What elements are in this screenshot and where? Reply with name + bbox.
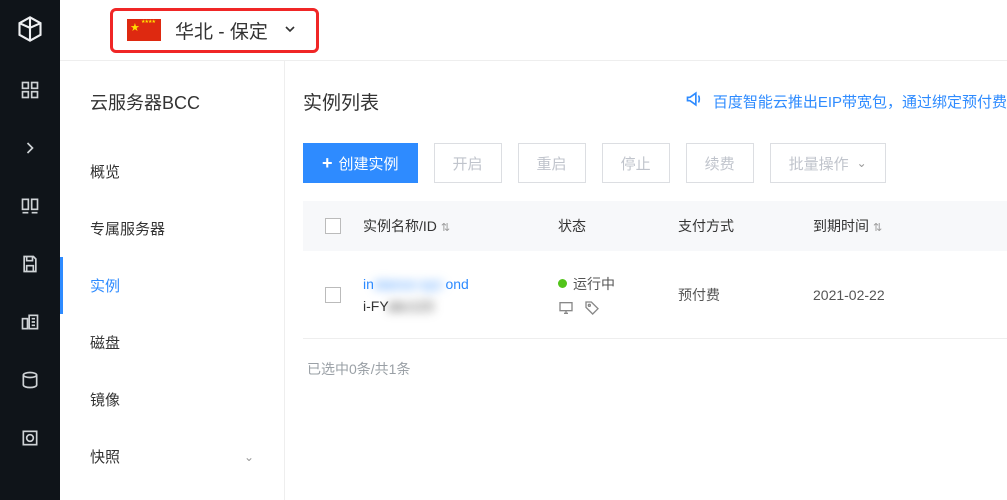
content-area: 实例列表 百度智能云推出EIP带宽包，通过绑定预付费 + 创建实例 开启 重启 … xyxy=(285,61,1007,500)
promo-banner[interactable]: 百度智能云推出EIP带宽包，通过绑定预付费 xyxy=(685,89,1007,113)
col-name[interactable]: 实例名称/ID⇅ xyxy=(363,216,558,236)
cell-name: instance-xyz-ond i-FYabc123 xyxy=(363,276,558,314)
nav-item-instances[interactable]: 实例 xyxy=(60,257,284,314)
selection-summary: 已选中0条/共1条 xyxy=(303,339,1007,379)
batch-button[interactable]: 批量操作 ⌄ xyxy=(770,143,886,183)
col-pay: 支付方式 xyxy=(678,216,813,236)
create-instance-button[interactable]: + 创建实例 xyxy=(303,143,418,183)
cell-expire: 2021-02-22 xyxy=(813,287,933,303)
chevron-down-icon: ⌄ xyxy=(244,450,254,464)
servers-icon[interactable] xyxy=(18,194,42,218)
region-label: 华北 - 保定 xyxy=(175,17,268,44)
side-nav: 云服务器BCC 概览 专属服务器 实例 磁盘 镜像 快照 ⌄ xyxy=(60,61,285,500)
nav-rail xyxy=(0,0,60,500)
nav-item-dedicated[interactable]: 专属服务器 xyxy=(60,200,284,257)
nav-title: 云服务器BCC xyxy=(60,81,284,143)
brand-logo[interactable] xyxy=(15,14,45,44)
tag-icon[interactable] xyxy=(584,300,600,316)
monitor-icon[interactable] xyxy=(558,300,574,316)
instances-table: 实例名称/ID⇅ 状态 支付方式 到期时间⇅ instance-xyz-ond … xyxy=(303,201,1007,339)
chevron-right-icon[interactable] xyxy=(18,136,42,160)
plus-icon: + xyxy=(322,153,333,174)
action-bar: + 创建实例 开启 重启 停止 续费 批量操作 ⌄ xyxy=(303,143,1007,183)
start-button[interactable]: 开启 xyxy=(434,143,502,183)
nav-item-disks[interactable]: 磁盘 xyxy=(60,314,284,371)
instance-link[interactable]: instance-xyz-ond xyxy=(363,276,558,292)
row-checkbox[interactable] xyxy=(325,287,341,303)
save-icon[interactable] xyxy=(18,252,42,276)
sort-icon: ⇅ xyxy=(441,222,450,234)
instance-id: i-FYabc123 xyxy=(363,298,558,314)
select-all-checkbox[interactable] xyxy=(325,218,341,234)
object-icon[interactable] xyxy=(18,426,42,450)
chevron-down-icon xyxy=(282,21,298,40)
table-header: 实例名称/ID⇅ 状态 支付方式 到期时间⇅ xyxy=(303,201,1007,251)
buildings-icon[interactable] xyxy=(18,310,42,334)
nav-item-images[interactable]: 镜像 xyxy=(60,371,284,428)
grid-icon[interactable] xyxy=(18,78,42,102)
status-dot-icon xyxy=(558,279,567,288)
stop-button[interactable]: 停止 xyxy=(602,143,670,183)
database-icon[interactable] xyxy=(18,368,42,392)
renew-button[interactable]: 续费 xyxy=(686,143,754,183)
nav-item-snapshots[interactable]: 快照 ⌄ xyxy=(60,428,284,485)
sort-icon: ⇅ xyxy=(873,222,882,234)
page-title: 实例列表 xyxy=(303,88,379,115)
cell-status: 运行中 xyxy=(558,274,678,316)
nav-item-overview[interactable]: 概览 xyxy=(60,143,284,200)
flag-cn-icon xyxy=(127,19,161,41)
region-selector[interactable]: 华北 - 保定 xyxy=(110,8,319,53)
table-row: instance-xyz-ond i-FYabc123 运行中 xyxy=(303,251,1007,339)
col-expire[interactable]: 到期时间⇅ xyxy=(813,216,933,236)
col-status: 状态 xyxy=(558,216,678,236)
cell-payment: 预付费 xyxy=(678,285,813,305)
promo-text: 百度智能云推出EIP带宽包，通过绑定预付费 xyxy=(713,91,1007,112)
megaphone-icon xyxy=(685,89,705,113)
chevron-down-icon: ⌄ xyxy=(857,156,867,170)
top-bar: 华北 - 保定 xyxy=(60,0,1007,60)
restart-button[interactable]: 重启 xyxy=(518,143,586,183)
